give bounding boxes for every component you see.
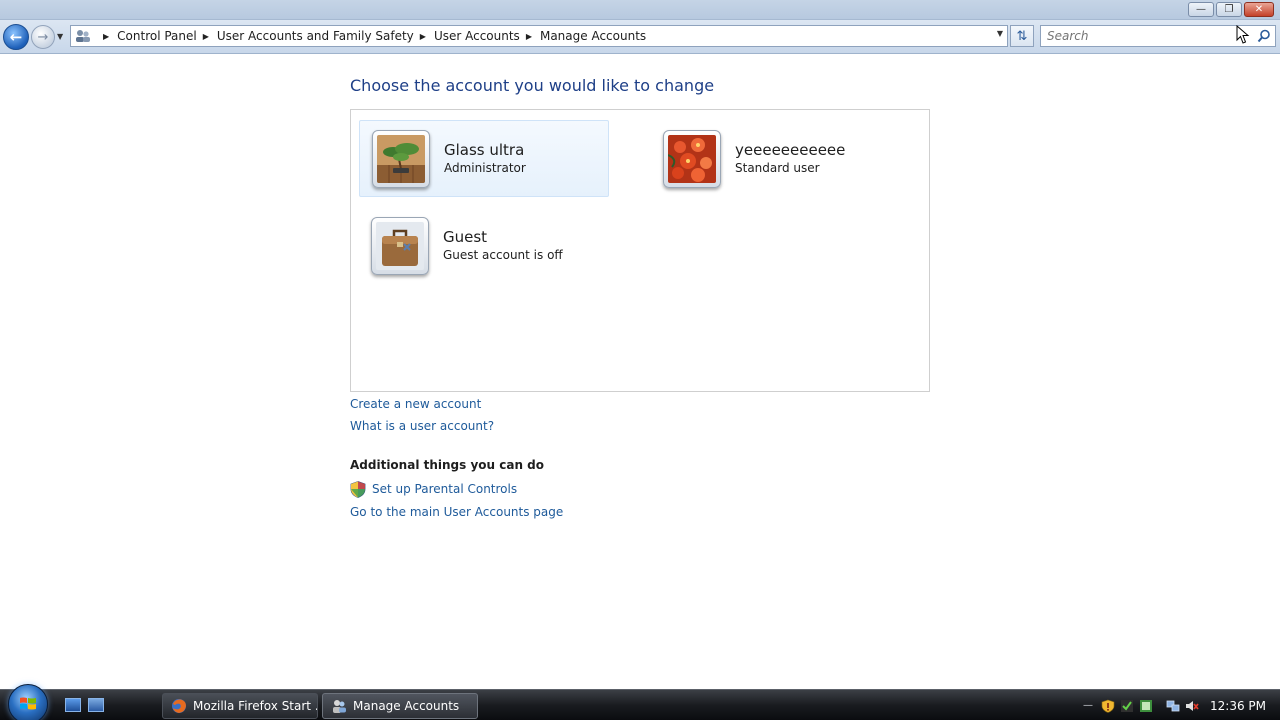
breadcrumb-arrow-icon[interactable]: ▶ [420, 32, 426, 41]
security-shield-icon[interactable] [1101, 699, 1115, 713]
breadcrumb-control-panel[interactable]: Control Panel [117, 29, 197, 43]
volume-muted-icon[interactable] [1185, 699, 1199, 713]
maximize-button[interactable]: ❐ [1216, 2, 1242, 17]
page-title: Choose the account you would like to cha… [350, 76, 715, 95]
mouse-cursor-icon [1236, 25, 1250, 44]
taskbar-item-label: Mozilla Firefox Start ... [193, 699, 318, 713]
forward-button[interactable]: → [31, 25, 55, 49]
account-type: Administrator [444, 161, 526, 175]
minimize-icon: — [1196, 4, 1206, 15]
avatar [663, 129, 721, 188]
back-button[interactable]: ← [3, 24, 29, 50]
control-panel-icon [76, 30, 90, 42]
restore-icon: ❐ [1224, 4, 1234, 15]
accounts-list: Glass ultra Administrator yeeeeeeeeeee S… [350, 109, 930, 392]
additional-tasks-heading: Additional things you can do [350, 458, 545, 472]
taskbar-item-firefox[interactable]: Mozilla Firefox Start ... [162, 693, 318, 719]
navigation-bar: ← → ▼ ▶ Control Panel ▶ User Accounts an… [0, 20, 1280, 54]
network-icon[interactable] [1166, 699, 1180, 713]
red-flower-icon [667, 134, 716, 183]
uac-shield-icon [350, 481, 366, 498]
system-tray: — 12:36 PM [1083, 690, 1280, 720]
breadcrumb-user-accounts-family-safety[interactable]: User Accounts and Family Safety [217, 29, 414, 43]
avatar [371, 216, 429, 275]
breadcrumb-arrow-icon[interactable]: ▶ [203, 32, 209, 41]
account-info: Glass ultra Administrator [444, 141, 526, 176]
taskbar-clock[interactable]: 12:36 PM [1210, 699, 1266, 713]
account-info: Guest Guest account is off [443, 228, 563, 263]
refresh-button[interactable]: ⇅ [1010, 25, 1034, 47]
search-icon[interactable] [1257, 29, 1271, 43]
breadcrumb-arrow-icon[interactable]: ▶ [103, 32, 109, 41]
refresh-icon: ⇅ [1016, 28, 1028, 44]
close-button[interactable]: ✕ [1244, 2, 1274, 17]
search-input[interactable] [1047, 29, 1237, 43]
show-desktop-icon[interactable] [65, 698, 81, 712]
taskbar-item-manage-accounts[interactable]: Manage Accounts [322, 693, 478, 719]
account-name: yeeeeeeeeeee [735, 141, 846, 159]
main-user-accounts-link[interactable]: Go to the main User Accounts page [350, 505, 563, 519]
update-icon[interactable] [1139, 699, 1153, 713]
window-titlebar: — ❐ ✕ [0, 0, 1280, 20]
account-info: yeeeeeeeeeee Standard user [735, 141, 845, 176]
minimize-button[interactable]: — [1188, 2, 1214, 17]
create-new-account-link[interactable]: Create a new account [350, 397, 481, 411]
account-type: Standard user [735, 161, 820, 175]
recent-pages-dropdown[interactable]: ▼ [57, 32, 63, 41]
account-tile-glass-ultra[interactable]: Glass ultra Administrator [359, 120, 609, 197]
parental-controls-link[interactable]: Set up Parental Controls [372, 482, 517, 496]
window-controls: — ❐ ✕ [1188, 2, 1274, 17]
switch-windows-icon[interactable] [88, 698, 104, 712]
antivirus-check-icon[interactable] [1120, 699, 1134, 713]
close-icon: ✕ [1254, 4, 1264, 15]
account-tile-yeeeeeeeeeee[interactable]: yeeeeeeeeeee Standard user [651, 120, 901, 197]
taskbar-item-label: Manage Accounts [353, 699, 460, 713]
tray-expand-icon[interactable]: — [1083, 700, 1093, 711]
address-bar[interactable]: ▶ Control Panel ▶ User Accounts and Fami… [70, 25, 1008, 47]
breadcrumb-user-accounts[interactable]: User Accounts [434, 29, 520, 43]
bonsai-tree-icon [377, 134, 425, 183]
account-name: Guest [443, 228, 488, 246]
account-tile-guest[interactable]: Guest Guest account is off [359, 207, 609, 284]
what-is-user-account-link[interactable]: What is a user account? [350, 419, 494, 433]
windows-logo-icon [20, 697, 36, 710]
address-history-dropdown[interactable]: ▼ [997, 29, 1003, 38]
firefox-icon [172, 699, 186, 713]
content-pane: Choose the account you would like to cha… [0, 55, 1280, 689]
back-arrow-icon: ← [9, 28, 23, 46]
account-type: Guest account is off [443, 248, 563, 262]
user-accounts-icon [333, 700, 346, 713]
start-button[interactable] [8, 684, 48, 720]
taskbar: Mozilla Firefox Start ... Manage Account… [0, 684, 1280, 720]
avatar [372, 129, 430, 188]
breadcrumb-manage-accounts[interactable]: Manage Accounts [540, 29, 646, 43]
breadcrumb-arrow-icon[interactable]: ▶ [526, 32, 532, 41]
briefcase-icon [376, 221, 424, 270]
account-name: Glass ultra [444, 141, 525, 159]
forward-arrow-icon: → [37, 29, 49, 45]
